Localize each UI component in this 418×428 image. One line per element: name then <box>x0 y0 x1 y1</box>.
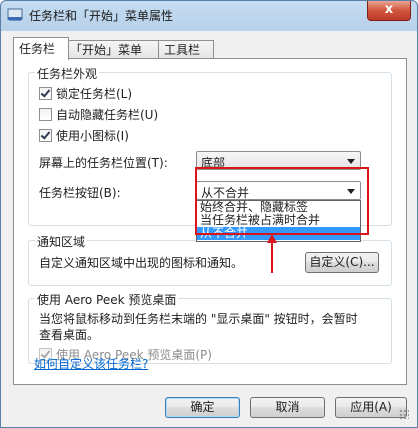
taskbar-buttons-select[interactable]: 从不合并 <box>196 181 361 200</box>
help-link-customize[interactable]: 如何自定义该任务栏? <box>34 355 148 372</box>
notification-area-group: 通知区域 自定义通知区域中出现的图标和通知。 自定义(C)... <box>28 233 392 286</box>
ok-button[interactable]: 确定 <box>165 397 240 418</box>
dropdown-option-never-combine[interactable]: 从不合并 <box>197 227 360 240</box>
chevron-down-icon <box>347 189 355 194</box>
tab-start-menu[interactable]: 「开始」菜单 <box>64 40 162 59</box>
autohide-option[interactable]: 自动隐藏任务栏(U) <box>39 106 158 123</box>
small-icons-label: 使用小图标(I) <box>56 129 129 143</box>
autohide-label: 自动隐藏任务栏(U) <box>56 108 159 122</box>
taskbar-buttons-value: 从不合并 <box>201 186 250 200</box>
small-icons-checkbox[interactable] <box>39 129 52 142</box>
aero-peek-legend: 使用 Aero Peek 预览桌面 <box>35 291 179 308</box>
cancel-button[interactable]: 取消 <box>250 397 325 418</box>
lock-taskbar-checkbox[interactable] <box>39 87 52 100</box>
small-icons-option[interactable]: 使用小图标(I) <box>39 127 129 144</box>
taskbar-settings-icon <box>7 8 23 21</box>
taskbar-appearance-group: 任务栏外观 锁定任务栏(L) 自动隐藏任务栏(U) 使用小图标(I) 屏幕上的任… <box>28 65 392 242</box>
notification-legend: 通知区域 <box>35 233 88 250</box>
position-label: 屏幕上的任务栏位置(T): <box>39 156 168 170</box>
window-title: 任务栏和「开始」菜单属性 <box>29 9 174 23</box>
apply-button[interactable]: 应用(A) <box>335 397 407 418</box>
aero-peek-description-1: 当您将鼠标移动到任务栏末端的 "显示桌面" 按钮时，会暂时 <box>39 312 358 326</box>
lock-taskbar-option[interactable]: 锁定任务栏(L) <box>39 85 132 102</box>
taskbar-position-select[interactable]: 底部 <box>196 151 361 170</box>
close-button[interactable]: x <box>367 1 411 21</box>
chevron-down-icon <box>347 159 355 164</box>
tab-toolbars[interactable]: 工具栏 <box>158 40 214 59</box>
notification-description: 自定义通知区域中出现的图标和通知。 <box>39 256 244 270</box>
tab-taskbar[interactable]: 任务栏 <box>13 37 69 60</box>
taskbar-position-value: 底部 <box>201 156 226 170</box>
customize-button[interactable]: 自定义(C)... <box>305 252 379 273</box>
close-icon: x <box>384 2 394 17</box>
dialog-client-area: 任务栏 「开始」菜单 工具栏 任务栏外观 锁定任务栏(L) 自动隐藏任务栏(U)… <box>7 31 411 421</box>
autohide-checkbox[interactable] <box>39 108 52 121</box>
taskbar-properties-dialog: 任务栏和「开始」菜单属性 x 任务栏 「开始」菜单 工具栏 任务栏外观 锁定任务… <box>0 0 418 428</box>
lock-taskbar-label: 锁定任务栏(L) <box>56 87 133 101</box>
taskbar-buttons-dropdown: 始终合并、隐藏标签 当任务栏被占满时合并 从不合并 <box>196 200 361 242</box>
title-bar[interactable]: 任务栏和「开始」菜单属性 x <box>1 1 417 29</box>
appearance-legend: 任务栏外观 <box>35 65 100 82</box>
buttons-label: 任务栏按钮(B): <box>39 186 121 200</box>
resize-grip-icon[interactable] <box>399 409 409 419</box>
aero-peek-description-2: 查看桌面。 <box>39 328 100 342</box>
red-arrow-line <box>271 241 273 273</box>
tab-panel-taskbar: 任务栏外观 锁定任务栏(L) 自动隐藏任务栏(U) 使用小图标(I) 屏幕上的任… <box>13 58 407 385</box>
